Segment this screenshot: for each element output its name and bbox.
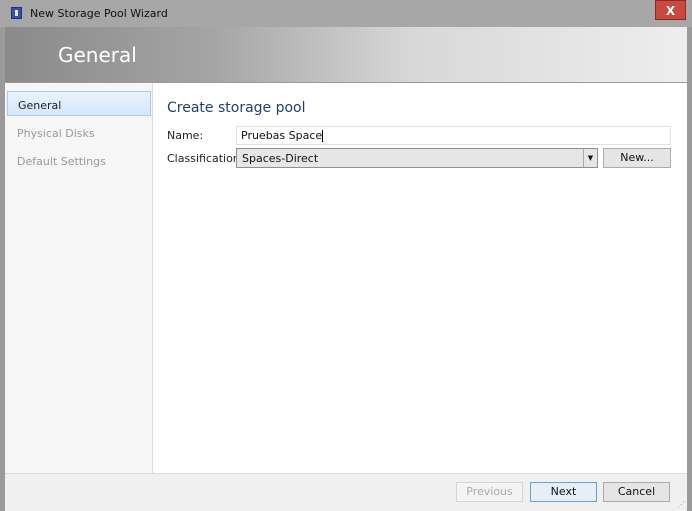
name-value: Pruebas Space xyxy=(241,129,323,142)
previous-button[interactable]: Previous xyxy=(456,482,523,502)
new-classification-button[interactable]: New... xyxy=(603,148,671,168)
page-title: General xyxy=(58,43,137,67)
resize-grip-icon[interactable]: ⋰ xyxy=(677,500,685,509)
chevron-down-icon[interactable]: ▼ xyxy=(583,149,597,167)
sidebar: General Physical Disks Default Settings xyxy=(5,83,153,473)
name-input[interactable]: Pruebas Space xyxy=(236,126,671,145)
wizard-header: General xyxy=(5,27,687,82)
app-icon xyxy=(11,7,22,19)
wizard-footer: Previous Next Cancel ⋰ xyxy=(5,473,687,511)
main-panel: Create storage pool Name: Pruebas Space … xyxy=(153,83,687,473)
text-caret xyxy=(322,130,324,142)
title-bar: New Storage Pool Wizard X xyxy=(0,0,692,27)
classification-label: Classification: xyxy=(167,152,244,165)
sidebar-item-default-settings[interactable]: Default Settings xyxy=(7,147,151,172)
name-label: Name: xyxy=(167,129,204,142)
sidebar-item-general[interactable]: General xyxy=(7,91,151,116)
cancel-button[interactable]: Cancel xyxy=(603,482,670,502)
sidebar-item-physical-disks[interactable]: Physical Disks xyxy=(7,119,151,144)
window-title: New Storage Pool Wizard xyxy=(30,7,168,20)
classification-select[interactable]: Spaces-Direct ▼ xyxy=(236,148,598,168)
section-heading: Create storage pool xyxy=(167,100,306,116)
classification-value: Spaces-Direct xyxy=(242,152,319,165)
next-button[interactable]: Next xyxy=(530,482,597,502)
close-button[interactable]: X xyxy=(655,0,686,20)
